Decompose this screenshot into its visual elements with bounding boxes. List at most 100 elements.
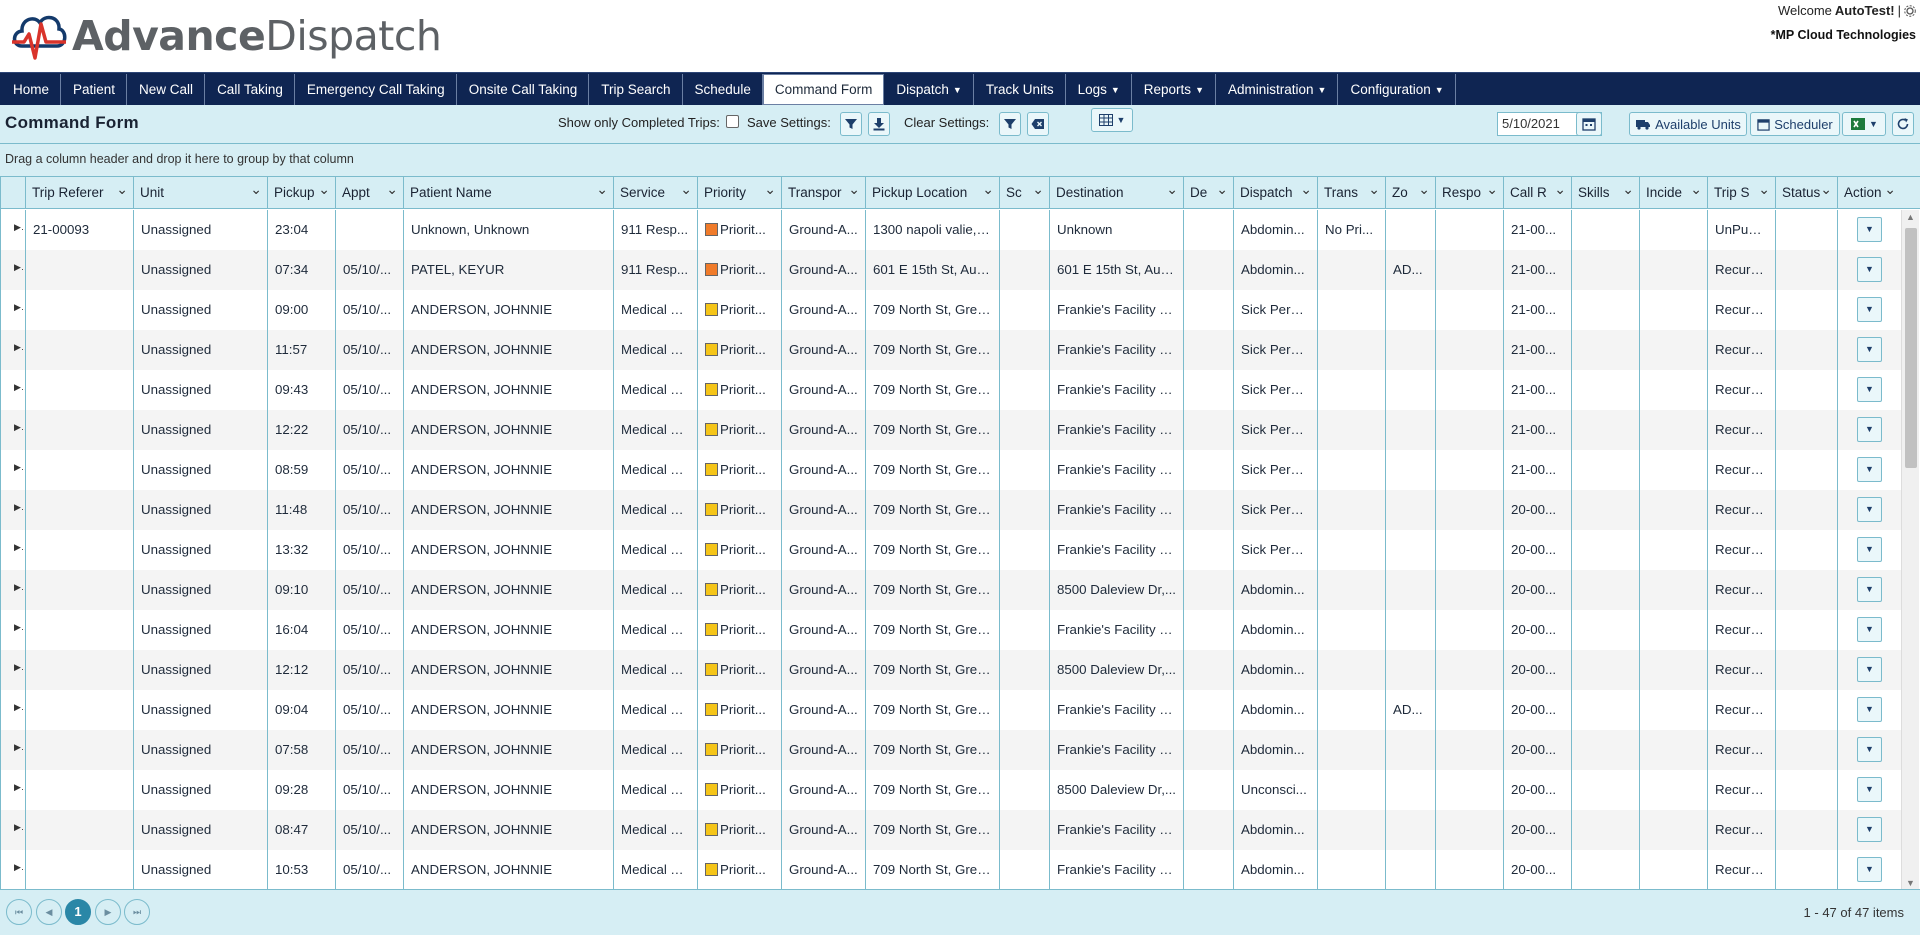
expand-row-icon[interactable]: ▶ <box>1 610 25 650</box>
nav-item-home[interactable]: Home <box>1 74 62 105</box>
column-menu-chevron-icon[interactable]: ⌄ <box>1216 181 1228 198</box>
row-action-dropdown-button[interactable]: ▼ <box>1857 737 1882 762</box>
column-menu-chevron-icon[interactable]: ⌄ <box>116 181 128 198</box>
row-action-dropdown-button[interactable]: ▼ <box>1857 857 1882 882</box>
table-row[interactable]: ▶ Unassigned 16:04 05/10/... ANDERSON, JOHNN… <box>1 610 1901 650</box>
column-header-pickup-location[interactable]: Pickup Location ⌄ <box>865 177 999 209</box>
row-action-dropdown-button[interactable]: ▼ <box>1857 297 1882 322</box>
column-header-destination[interactable]: Destination ⌄ <box>1049 177 1183 209</box>
column-header-zo[interactable]: Zo ⌄ <box>1385 177 1435 209</box>
column-menu-chevron-icon[interactable]: ⌄ <box>848 181 860 198</box>
clear-settings-button[interactable] <box>1027 112 1049 136</box>
expand-row-icon[interactable]: ▶ <box>1 490 25 530</box>
scroll-down-icon[interactable]: ▼ <box>1906 878 1915 888</box>
column-header-pickup[interactable]: Pickup ⌄ <box>267 177 335 209</box>
expand-row-icon[interactable]: ▶ <box>1 410 25 450</box>
vertical-scrollbar[interactable]: ▲ ▼ <box>1901 210 1919 889</box>
column-menu-chevron-icon[interactable]: ⌄ <box>250 181 262 198</box>
row-action-dropdown-button[interactable]: ▼ <box>1857 337 1882 362</box>
column-menu-chevron-icon[interactable]: ⌄ <box>1758 181 1770 198</box>
row-action-dropdown-button[interactable]: ▼ <box>1857 657 1882 682</box>
column-header-appt[interactable]: Appt ⌄ <box>335 177 403 209</box>
first-page-icon[interactable]: ⏮ <box>6 899 32 925</box>
expand-row-icon[interactable]: ▶ <box>1 810 25 850</box>
column-menu-chevron-icon[interactable]: ⌄ <box>1884 181 1896 198</box>
show-completed-checkbox[interactable] <box>726 115 739 128</box>
nav-item-onsite-call-taking[interactable]: Onsite Call Taking <box>457 74 590 105</box>
column-header-trans[interactable]: Trans ⌄ <box>1317 177 1385 209</box>
gear-icon[interactable] <box>1904 4 1916 17</box>
group-by-drop-zone[interactable]: Drag a column header and drop it here to… <box>0 144 1920 177</box>
table-row[interactable]: ▶ Unassigned 11:57 05/10/... ANDERSON, JOHNN… <box>1 330 1901 370</box>
available-units-button[interactable]: Available Units <box>1629 112 1747 136</box>
column-header-action[interactable]: Action ⌄ <box>1837 177 1901 209</box>
nav-item-track-units[interactable]: Track Units <box>974 74 1066 105</box>
column-menu-chevron-icon[interactable]: ⌄ <box>680 181 692 198</box>
row-action-dropdown-button[interactable]: ▼ <box>1857 497 1882 522</box>
column-header-transpor[interactable]: Transpor ⌄ <box>781 177 865 209</box>
table-row[interactable]: ▶ Unassigned 08:59 05/10/... ANDERSON, JOHNN… <box>1 450 1901 490</box>
last-page-icon[interactable]: ⏭ <box>124 899 150 925</box>
nav-item-call-taking[interactable]: Call Taking <box>205 74 295 105</box>
expand-row-icon[interactable]: ▶ <box>1 570 25 610</box>
row-action-dropdown-button[interactable]: ▼ <box>1857 577 1882 602</box>
column-menu-chevron-icon[interactable]: ⌄ <box>1300 181 1312 198</box>
nav-item-configuration[interactable]: Configuration ▼ <box>1338 74 1456 105</box>
expand-row-icon[interactable]: ▶ <box>1 690 25 730</box>
column-header-priority[interactable]: Priority ⌄ <box>697 177 781 209</box>
current-page-button[interactable]: 1 <box>65 899 91 925</box>
expand-row-icon[interactable]: ▶ <box>1 370 25 410</box>
column-header-sc[interactable]: Sc ⌄ <box>999 177 1049 209</box>
expand-row-icon[interactable]: ▶ <box>1 330 25 370</box>
expand-row-icon[interactable]: ▶ <box>1 210 25 250</box>
table-row[interactable]: ▶ Unassigned 07:34 05/10/... PATEL, KEYUR 911… <box>1 250 1901 290</box>
table-row[interactable]: ▶ Unassigned 12:12 05/10/... ANDERSON, JOHNN… <box>1 650 1901 690</box>
nav-item-reports[interactable]: Reports ▼ <box>1132 74 1216 105</box>
column-menu-chevron-icon[interactable]: ⌄ <box>1418 181 1430 198</box>
scroll-up-icon[interactable]: ▲ <box>1906 212 1915 222</box>
next-page-icon[interactable]: ▶ <box>95 899 121 925</box>
table-row[interactable]: ▶ Unassigned 08:47 05/10/... ANDERSON, JOHNN… <box>1 810 1901 850</box>
expand-row-icon[interactable]: ▶ <box>1 450 25 490</box>
column-menu-chevron-icon[interactable]: ⌄ <box>318 181 330 198</box>
prev-page-icon[interactable]: ◀ <box>36 899 62 925</box>
column-menu-chevron-icon[interactable]: ⌄ <box>596 181 608 198</box>
nav-item-logs[interactable]: Logs ▼ <box>1066 74 1132 105</box>
nav-item-command-form[interactable]: Command Form <box>762 74 885 105</box>
expand-row-icon[interactable]: ▶ <box>1 290 25 330</box>
column-header-dispatch[interactable]: Dispatch ⌄ <box>1233 177 1317 209</box>
column-menu-chevron-icon[interactable]: ⌄ <box>1820 181 1832 198</box>
save-download-button[interactable] <box>868 112 890 136</box>
user-name[interactable]: AutoTest! <box>1835 3 1895 18</box>
row-action-dropdown-button[interactable]: ▼ <box>1857 457 1882 482</box>
expand-row-icon[interactable]: ▶ <box>1 850 25 889</box>
table-row[interactable]: ▶ Unassigned 07:58 05/10/... ANDERSON, JOHNN… <box>1 730 1901 770</box>
nav-item-patient[interactable]: Patient <box>61 74 128 105</box>
table-row[interactable]: ▶ Unassigned 11:48 05/10/... ANDERSON, JOHNN… <box>1 490 1901 530</box>
table-row[interactable]: ▶ Unassigned 09:28 05/10/... ANDERSON, JOHNN… <box>1 770 1901 810</box>
refresh-button[interactable] <box>1892 112 1914 136</box>
column-header-de[interactable]: De ⌄ <box>1183 177 1233 209</box>
table-row[interactable]: ▶ Unassigned 09:10 05/10/... ANDERSON, JOHNN… <box>1 570 1901 610</box>
clear-filter-button[interactable] <box>999 112 1021 136</box>
expand-row-icon[interactable]: ▶ <box>1 730 25 770</box>
column-menu-chevron-icon[interactable]: ⌄ <box>1368 181 1380 198</box>
table-row[interactable]: ▶ Unassigned 09:04 05/10/... ANDERSON, JOHNN… <box>1 690 1901 730</box>
scroll-thumb[interactable] <box>1905 228 1917 468</box>
nav-item-administration[interactable]: Administration ▼ <box>1216 74 1339 105</box>
expand-row-icon[interactable]: ▶ <box>1 530 25 570</box>
nav-item-new-call[interactable]: New Call <box>127 74 206 105</box>
column-header-trip-s[interactable]: Trip S ⌄ <box>1707 177 1775 209</box>
table-row[interactable]: ▶ Unassigned 13:32 05/10/... ANDERSON, JOHNN… <box>1 530 1901 570</box>
row-action-dropdown-button[interactable]: ▼ <box>1857 777 1882 802</box>
app-logo[interactable]: AdvanceDispatch <box>10 0 442 70</box>
calendar-button[interactable] <box>1576 112 1602 136</box>
table-row[interactable]: ▶ Unassigned 09:00 05/10/... ANDERSON, JOHNN… <box>1 290 1901 330</box>
column-menu-chevron-icon[interactable]: ⌄ <box>1486 181 1498 198</box>
column-menu-chevron-icon[interactable]: ⌄ <box>386 181 398 198</box>
row-action-dropdown-button[interactable]: ▼ <box>1857 217 1882 242</box>
column-menu-chevron-icon[interactable]: ⌄ <box>1690 181 1702 198</box>
expand-row-icon[interactable]: ▶ <box>1 770 25 810</box>
export-excel-button[interactable]: ▼ <box>1842 112 1886 136</box>
row-action-dropdown-button[interactable]: ▼ <box>1857 817 1882 842</box>
